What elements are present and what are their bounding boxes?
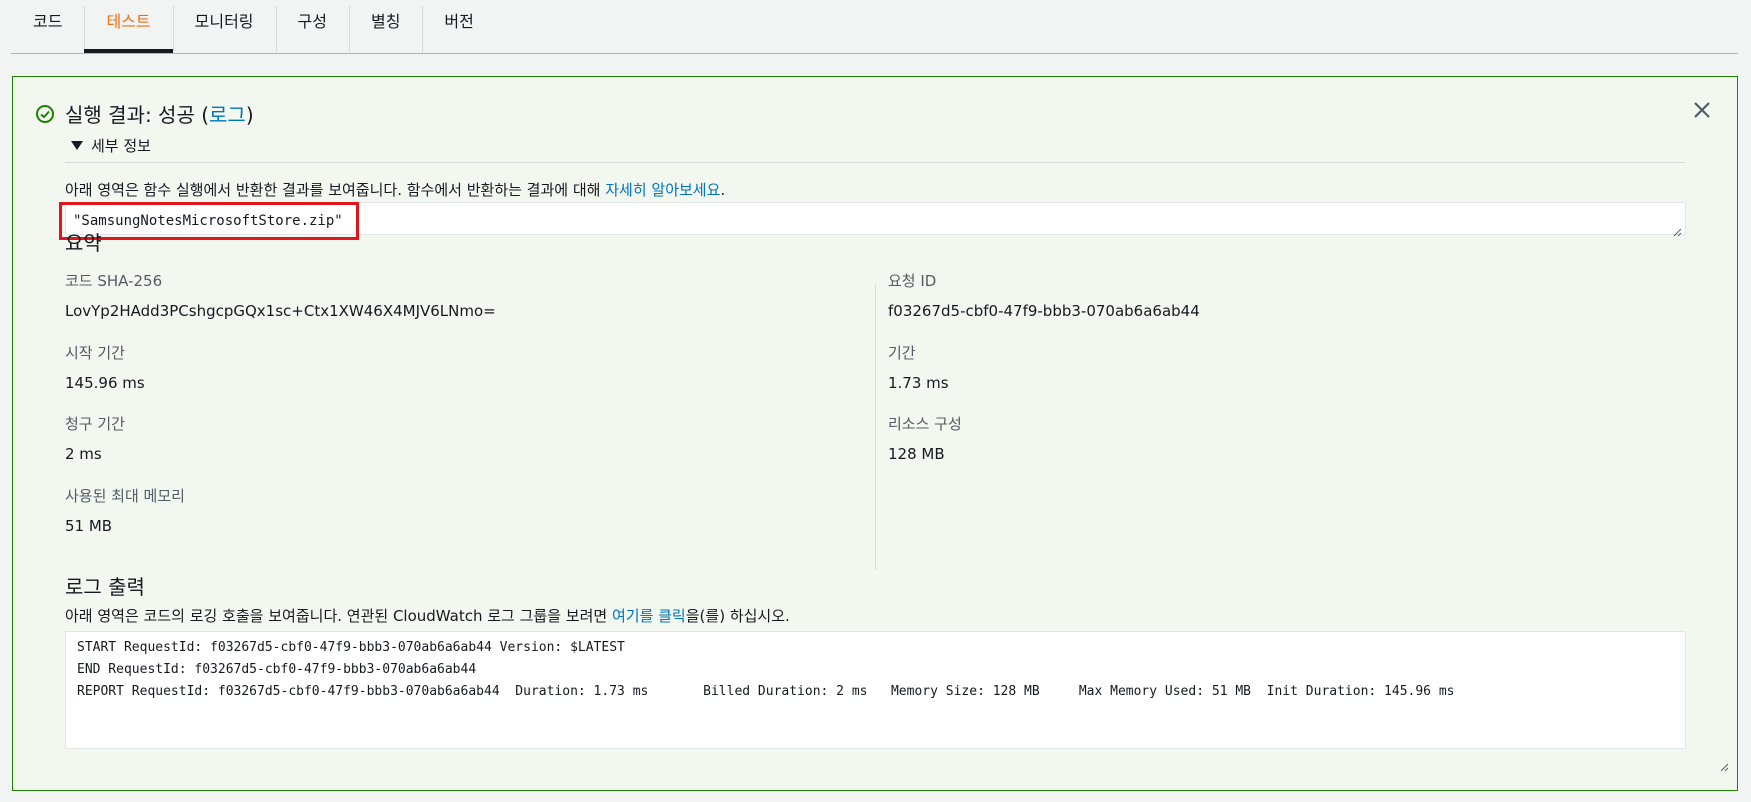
log-line: END RequestId: f03267d5-cbf0-47f9-bbb3-0… bbox=[77, 662, 477, 677]
details-toggle[interactable]: 세부 정보 bbox=[71, 135, 151, 156]
cloudwatch-link[interactable]: 여기를 클릭 bbox=[612, 607, 686, 625]
summary-column-divider bbox=[875, 285, 876, 570]
tab-monitoring[interactable]: 모니터링 bbox=[172, 0, 276, 52]
caret-down-icon bbox=[71, 141, 83, 150]
log-line: REPORT RequestId: f03267d5-cbf0-47f9-bbb… bbox=[77, 684, 1455, 699]
log-output-box[interactable]: START RequestId: f03267d5-cbf0-47f9-bbb3… bbox=[65, 631, 1729, 772]
summary-item-resources: 리소스 구성 128 MB bbox=[888, 415, 962, 463]
summary-item-max-memory: 사용된 최대 메모리 51 MB bbox=[65, 487, 185, 535]
tab-code[interactable]: 코드 bbox=[11, 0, 84, 40]
summary-item-sha: 코드 SHA-256 LovYp2HAdd3PCshgcpGQx1sc+Ctx1… bbox=[65, 272, 496, 320]
log-output-description: 아래 영역은 코드의 로깅 호출을 보여줍니다. 연관된 CloudWatch … bbox=[65, 607, 790, 625]
tab-configuration[interactable]: 구성 bbox=[275, 0, 349, 52]
tab-test[interactable]: 테스트 bbox=[84, 0, 173, 53]
divider bbox=[65, 162, 1685, 163]
summary-item-billed-duration: 청구 기간 2 ms bbox=[65, 415, 125, 463]
summary-item-duration: 기간 1.73 ms bbox=[888, 344, 949, 392]
learn-more-link[interactable]: 자세히 알아보세요 bbox=[605, 181, 720, 199]
result-description: 아래 영역은 함수 실행에서 반환한 결과를 보여줍니다. 함수에서 반환하는 … bbox=[65, 181, 726, 199]
result-header: 실행 결과: 성공 (로그) bbox=[35, 99, 254, 128]
resize-handle-icon[interactable] bbox=[1673, 736, 1729, 772]
return-value: "SamsungNotesMicrosoftStore.zip" bbox=[59, 202, 359, 240]
log-line: START RequestId: f03267d5-cbf0-47f9-bbb3… bbox=[77, 640, 625, 655]
check-circle-icon bbox=[35, 104, 55, 124]
tab-aliases[interactable]: 별칭 bbox=[348, 0, 422, 52]
execution-result-panel: 실행 결과: 성공 (로그) 세부 정보 아래 영역은 함수 실행에서 반환한 … bbox=[12, 76, 1738, 791]
close-icon[interactable] bbox=[1689, 97, 1715, 123]
summary-title: 요약 bbox=[65, 231, 102, 255]
tab-bar: 코드 테스트 모니터링 구성 별칭 버전 bbox=[11, 0, 1738, 54]
summary-item-request-id: 요청 ID f03267d5-cbf0-47f9-bbb3-070ab6a6ab… bbox=[888, 272, 1200, 320]
summary-item-init-duration: 시작 기간 145.96 ms bbox=[65, 344, 145, 392]
log-link[interactable]: 로그 bbox=[209, 103, 246, 127]
details-label: 세부 정보 bbox=[91, 137, 151, 155]
result-title: 실행 결과: 성공 (로그) bbox=[65, 103, 254, 127]
log-output-title: 로그 출력 bbox=[65, 575, 145, 599]
tab-versions[interactable]: 버전 bbox=[422, 0, 495, 52]
resize-handle-icon[interactable] bbox=[1673, 222, 1682, 237]
